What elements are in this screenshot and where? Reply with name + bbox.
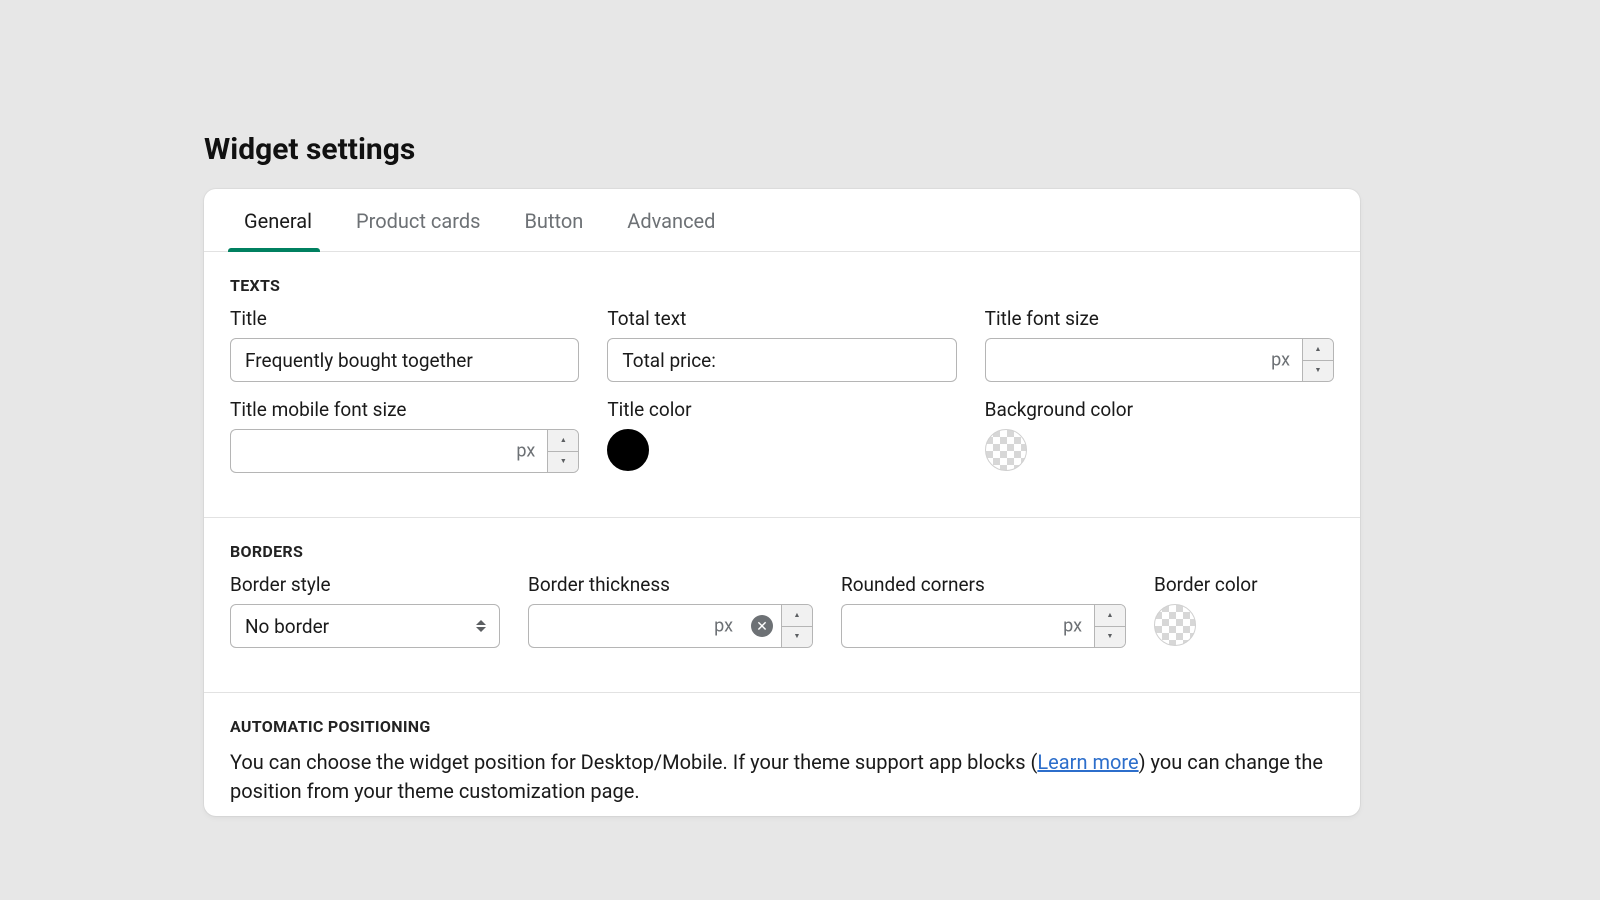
label-title-color: Title color (607, 398, 956, 421)
tab-product-cards[interactable]: Product cards (334, 189, 502, 251)
label-border-thickness: Border thickness (528, 573, 813, 596)
swatch-border-color[interactable] (1154, 604, 1196, 646)
label-title: Title (230, 307, 579, 330)
label-title-font-size: Title font size (985, 307, 1334, 330)
swatch-background-color[interactable] (985, 429, 1027, 471)
swatch-title-color[interactable] (607, 429, 649, 471)
field-border-color: Border color (1154, 573, 1334, 648)
positioning-body: You can choose the widget position for D… (230, 748, 1334, 806)
section-positioning: AUTOMATIC POSITIONING You can choose the… (204, 693, 1360, 816)
stepper-title-mobile-font-size: ▲ ▼ (547, 429, 579, 473)
tabs: General Product cards Button Advanced (204, 189, 1360, 252)
stepper-title-font-size: ▲ ▼ (1302, 338, 1334, 382)
input-total-text[interactable] (607, 338, 956, 382)
select-border-style[interactable]: No border (230, 604, 500, 648)
clear-icon[interactable]: ✕ (751, 615, 773, 637)
page-title: Widget settings (182, 120, 1382, 189)
tab-button[interactable]: Button (502, 189, 605, 251)
section-heading-positioning: AUTOMATIC POSITIONING (230, 717, 1334, 736)
section-heading-borders: BORDERS (230, 542, 1334, 561)
field-rounded-corners: Rounded corners px ▲ ▼ (841, 573, 1126, 648)
input-title-mobile-font-size[interactable] (230, 429, 547, 473)
field-title: Title (230, 307, 579, 382)
label-total-text: Total text (607, 307, 956, 330)
positioning-text-before: You can choose the widget position for D… (230, 750, 1037, 774)
field-total-text: Total text (607, 307, 956, 382)
stepper-rounded-corners: ▲ ▼ (1094, 604, 1126, 648)
field-title-font-size: Title font size px ▲ ▼ (985, 307, 1334, 382)
tab-advanced[interactable]: Advanced (605, 189, 737, 251)
field-border-style: Border style No border (230, 573, 500, 648)
step-down-icon[interactable]: ▼ (1095, 627, 1125, 648)
input-rounded-corners[interactable] (841, 604, 1094, 648)
step-up-icon[interactable]: ▲ (1095, 605, 1125, 627)
section-texts: TEXTS Title Total text Title font size p… (204, 252, 1360, 518)
input-title[interactable] (230, 338, 579, 382)
input-title-font-size[interactable] (985, 338, 1302, 382)
field-title-mobile-font-size: Title mobile font size px ▲ ▼ (230, 398, 579, 473)
field-title-color: Title color (607, 398, 956, 473)
step-up-icon[interactable]: ▲ (1303, 339, 1333, 361)
section-borders: BORDERS Border style No border Border th… (204, 518, 1360, 693)
step-down-icon[interactable]: ▼ (548, 452, 578, 473)
field-background-color: Background color (985, 398, 1334, 473)
label-title-mobile-font-size: Title mobile font size (230, 398, 579, 421)
step-up-icon[interactable]: ▲ (548, 430, 578, 452)
step-down-icon[interactable]: ▼ (782, 627, 812, 648)
label-background-color: Background color (985, 398, 1334, 421)
learn-more-link[interactable]: Learn more (1037, 750, 1138, 774)
label-border-style: Border style (230, 573, 500, 596)
input-border-thickness[interactable] (528, 604, 781, 648)
label-rounded-corners: Rounded corners (841, 573, 1126, 596)
settings-card: General Product cards Button Advanced TE… (204, 189, 1360, 816)
label-border-color: Border color (1154, 573, 1334, 596)
section-heading-texts: TEXTS (230, 276, 1334, 295)
step-up-icon[interactable]: ▲ (782, 605, 812, 627)
stepper-border-thickness: ▲ ▼ (781, 604, 813, 648)
settings-panel: Widget settings General Product cards Bu… (182, 120, 1382, 788)
tab-general[interactable]: General (222, 189, 334, 251)
field-border-thickness: Border thickness px ✕ ▲ ▼ (528, 573, 813, 648)
step-down-icon[interactable]: ▼ (1303, 361, 1333, 382)
